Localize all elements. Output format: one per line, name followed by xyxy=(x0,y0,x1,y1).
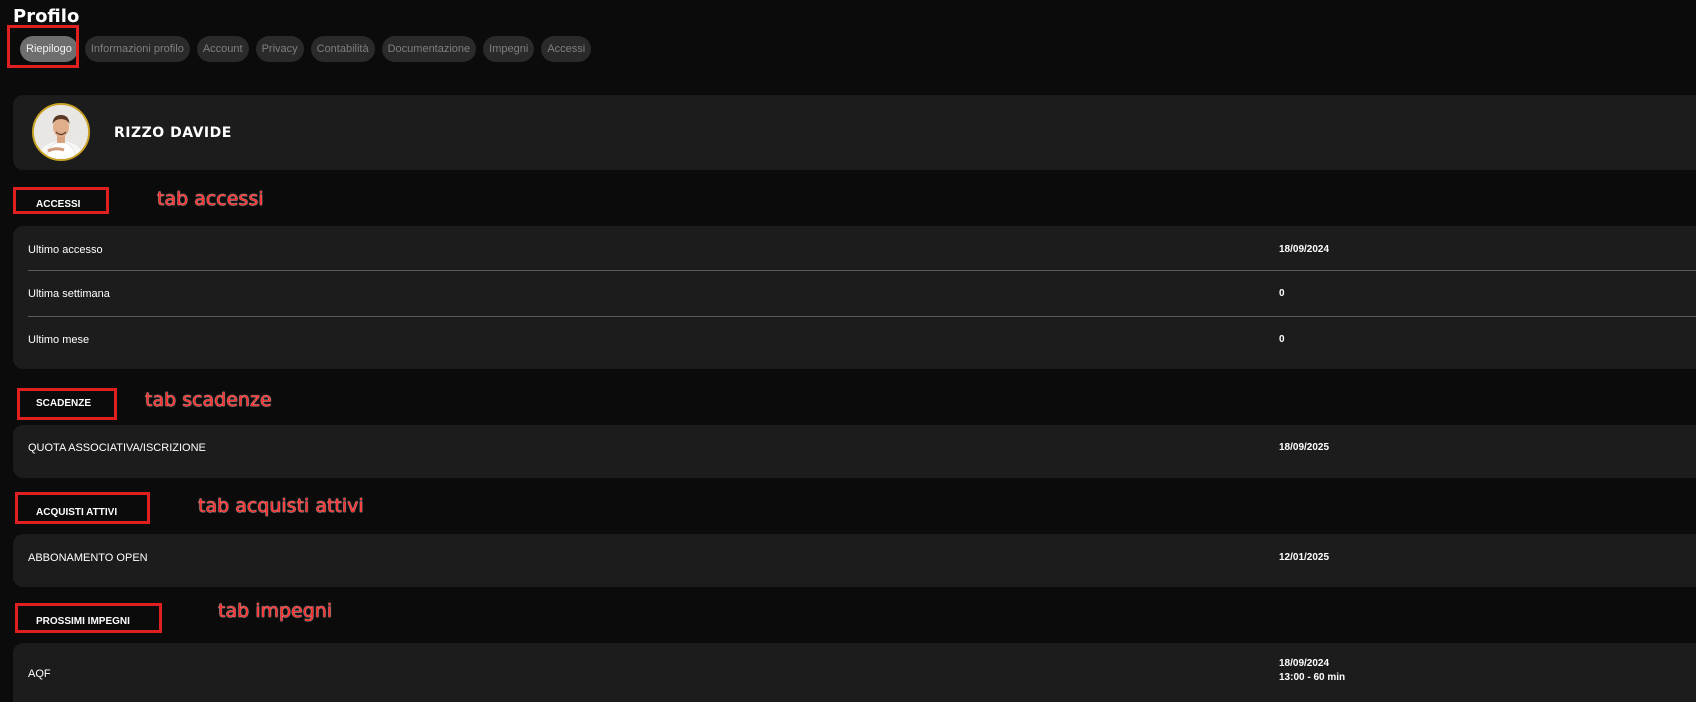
tab-account[interactable]: Account xyxy=(196,36,249,62)
tab-privacy[interactable]: Privacy xyxy=(255,36,304,62)
row-label: QUOTA ASSOCIATIVA/ISCRIZIONE xyxy=(28,442,206,454)
scadenze-card: QUOTA ASSOCIATIVA/ISCRIZIONE 18/09/2025 xyxy=(13,425,1696,478)
section-header-scadenze: SCADENZE xyxy=(36,398,92,409)
accessi-card: Ultimo accesso 18/09/2024 Ultima settima… xyxy=(13,226,1696,369)
divider xyxy=(28,316,1696,317)
row-label: AQF xyxy=(28,668,51,680)
annotation-label-scadenze: tab scadenze xyxy=(145,389,272,411)
row-value: 18/09/2024 xyxy=(1279,244,1330,255)
prossimi-impegni-card: AQF 18/09/2024 13:00 - 60 min xyxy=(13,643,1696,702)
section-header-acquisti-attivi: ACQUISTI ATTIVI xyxy=(36,507,118,518)
profile-name: RIZZO DAVIDE xyxy=(114,125,232,141)
row-value-time: 13:00 - 60 min xyxy=(1279,672,1346,683)
page-title: Profilo xyxy=(13,6,80,27)
tab-riepilogo[interactable]: Riepilogo xyxy=(20,36,78,62)
tab-contabilita[interactable]: Contabilità xyxy=(310,36,375,62)
row-label: Ultimo accesso xyxy=(28,244,103,256)
row-value: 0 xyxy=(1279,334,1285,345)
user-photo-icon xyxy=(32,103,90,161)
row-value: 18/09/2025 xyxy=(1279,442,1330,453)
section-header-prossimi-impegni: PROSSIMI IMPEGNI xyxy=(36,616,130,627)
row-value-date: 18/09/2024 xyxy=(1279,658,1330,669)
tab-documentazione[interactable]: Documentazione xyxy=(381,36,477,62)
tab-informazioni-profilo[interactable]: Informazioni profilo xyxy=(84,36,190,62)
acquisti-attivi-card: ABBONAMENTO OPEN 12/01/2025 xyxy=(13,534,1696,587)
section-header-accessi: ACCESSI xyxy=(36,199,81,210)
profile-page: Profilo Riepilogo Informazioni profilo A… xyxy=(0,0,1696,702)
tab-bar: Riepilogo Informazioni profilo Account P… xyxy=(20,36,592,62)
row-value: 12/01/2025 xyxy=(1279,552,1330,563)
row-label: Ultimo mese xyxy=(28,334,90,346)
annotation-label-impegni: tab impegni xyxy=(218,600,333,622)
row-value: 0 xyxy=(1279,288,1285,299)
divider xyxy=(28,270,1696,271)
row-label: ABBONAMENTO OPEN xyxy=(28,552,148,564)
tab-accessi[interactable]: Accessi xyxy=(541,36,592,62)
annotation-label-acquisti-attivi: tab acquisti attivi xyxy=(198,495,364,517)
profile-card: RIZZO DAVIDE xyxy=(13,95,1696,170)
row-label: Ultima settimana xyxy=(28,288,110,300)
tab-impegni[interactable]: Impegni xyxy=(483,36,535,62)
annotation-label-accessi: tab accessi xyxy=(157,188,264,210)
